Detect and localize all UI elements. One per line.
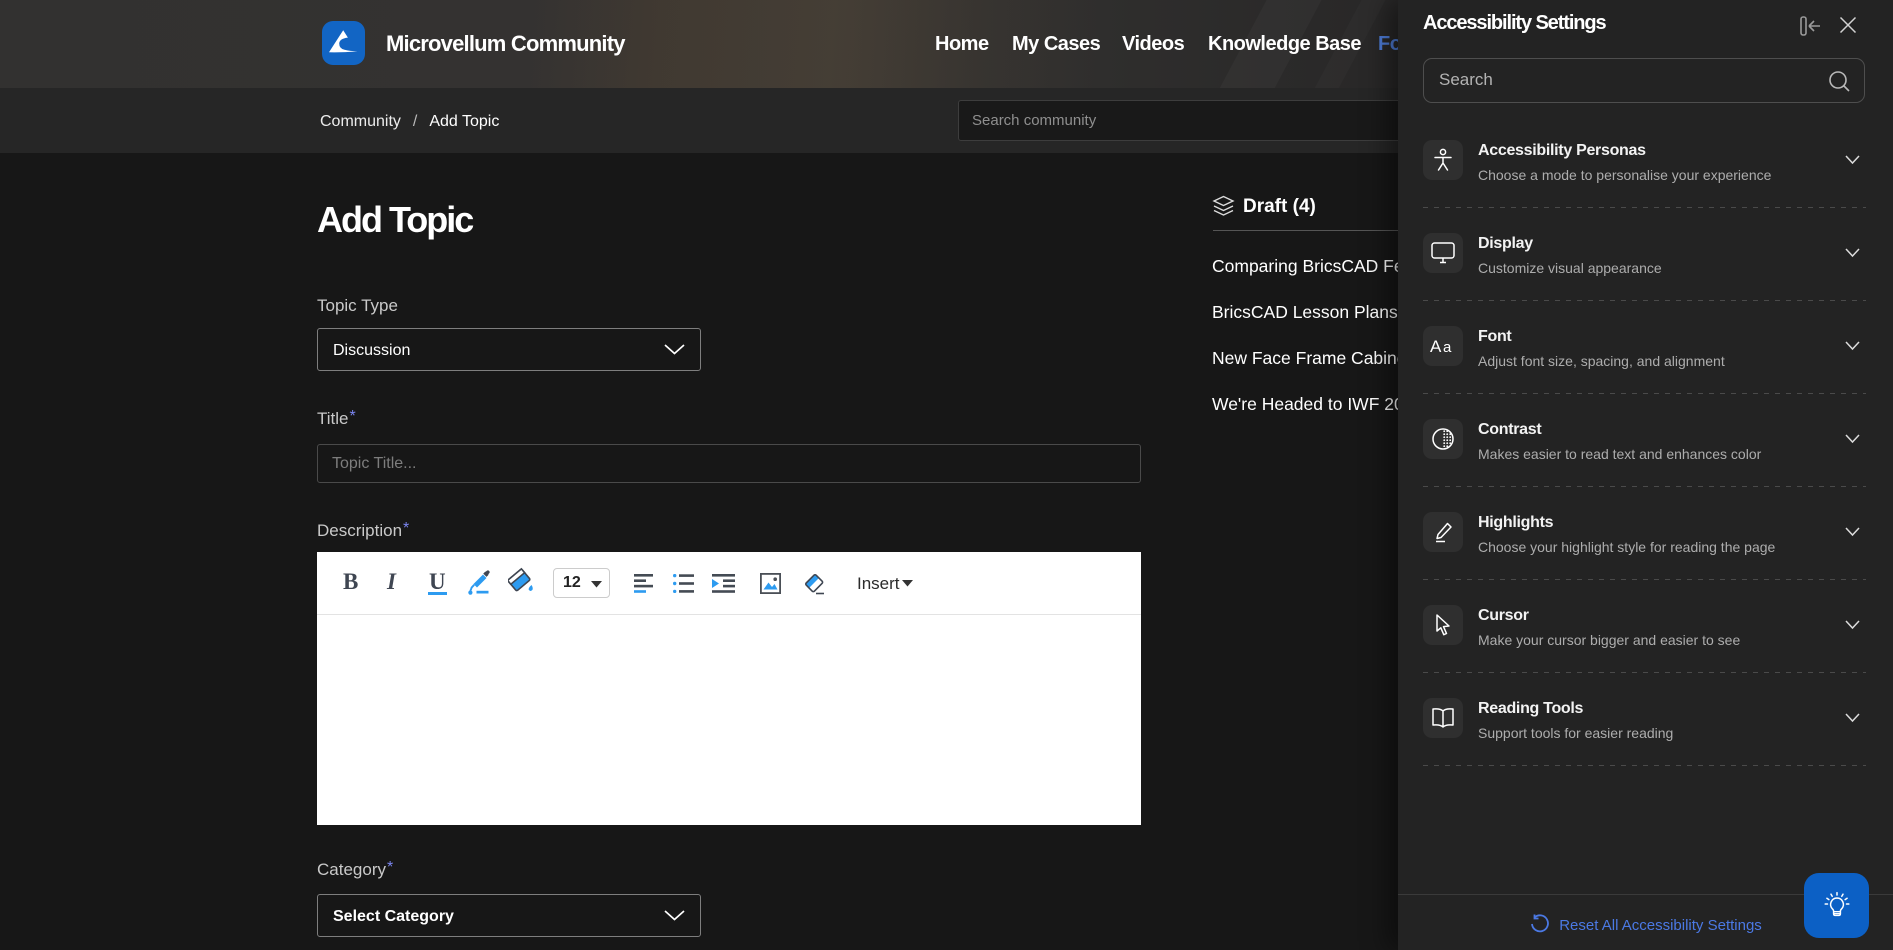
svg-text:A: A	[1430, 337, 1442, 356]
svg-text:a: a	[1443, 339, 1452, 356]
